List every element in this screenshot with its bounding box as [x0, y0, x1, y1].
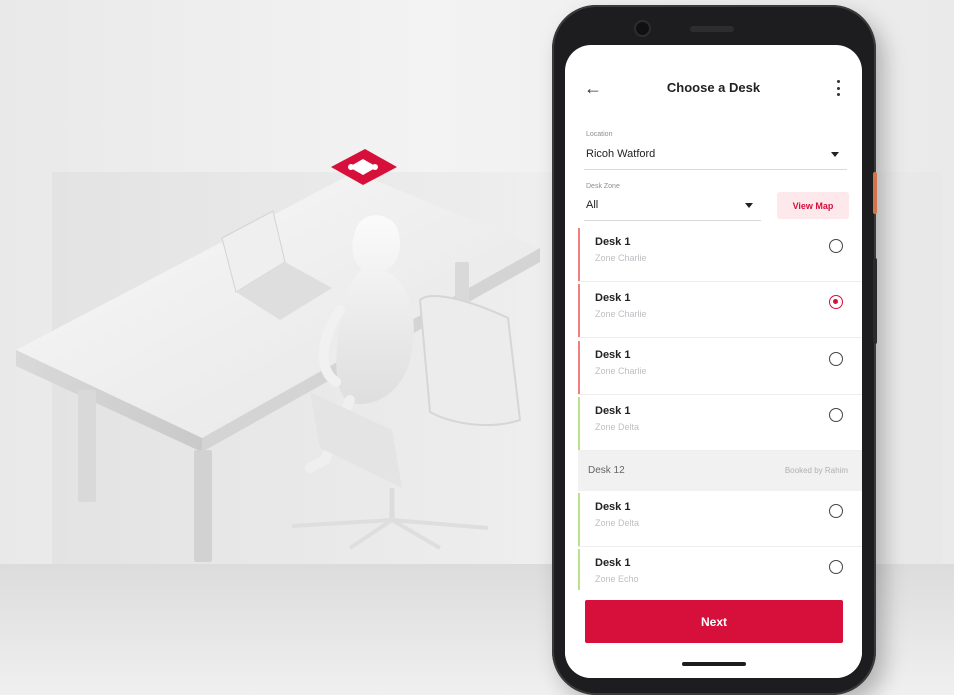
location-underline: [584, 169, 847, 170]
view-map-button[interactable]: View Map: [777, 192, 849, 219]
menu-dot: [836, 80, 840, 83]
desk-status-accent: [578, 397, 580, 450]
location-select[interactable]: Ricoh Watford: [586, 148, 655, 160]
desk-zone: Zone Echo: [595, 574, 639, 584]
desk-radio[interactable]: [829, 295, 843, 309]
next-button[interactable]: Next: [585, 600, 843, 643]
bottom-action-bar: Next: [565, 590, 862, 678]
desk-zone: Zone Charlie: [595, 366, 647, 376]
menu-dot: [836, 93, 840, 96]
desk-row[interactable]: Desk 1 Zone Charlie: [578, 228, 862, 282]
location-label: Location: [586, 131, 613, 138]
desk-radio[interactable]: [829, 560, 843, 574]
brand-logo-dot-left: [348, 164, 354, 170]
chair-base: [291, 518, 489, 550]
chevron-down-icon[interactable]: [745, 203, 753, 208]
phone-power-button: [873, 172, 877, 214]
desk-zone: Zone Delta: [595, 518, 640, 528]
app-bar: ← Choose a Desk: [565, 45, 862, 121]
more-vertical-icon[interactable]: [831, 80, 845, 96]
desk-selection-screen: ← Choose a Desk Location Ricoh Watford D…: [565, 45, 862, 678]
desk-zone: Zone Charlie: [595, 253, 647, 263]
phone-volume-button: [873, 258, 877, 344]
desk-zone-label: Desk Zone: [586, 183, 620, 190]
booked-status: Booked by Rahim: [784, 466, 848, 475]
desk-radio[interactable]: [829, 239, 843, 253]
marketing-scene: ← Choose a Desk Location Ricoh Watford D…: [0, 0, 954, 695]
brand-logo-dot-right: [372, 164, 378, 170]
chair-seat: [310, 392, 402, 488]
booked-desk-row: Desk 12 Booked by Rahim: [578, 451, 862, 491]
desk-zone-underline: [584, 220, 761, 221]
desk-row[interactable]: Desk 1 Zone Delta: [578, 397, 862, 451]
desk-status-accent: [578, 493, 580, 546]
desk-zone: Zone Charlie: [595, 309, 647, 319]
chair-back: [418, 295, 522, 426]
phone-speaker: [690, 26, 734, 32]
desk-radio[interactable]: [829, 408, 843, 422]
desk-leg-front: [194, 450, 212, 562]
page-title: Choose a Desk: [666, 80, 761, 95]
desk-name: Desk 1: [595, 236, 631, 248]
home-indicator: [682, 662, 746, 666]
desk-name: Desk 1: [595, 349, 631, 361]
menu-dot: [836, 86, 840, 90]
desk-radio[interactable]: [829, 504, 843, 518]
desk-leg-left: [78, 390, 96, 502]
desk-radio[interactable]: [829, 352, 843, 366]
desk-row[interactable]: Desk 1 Zone Charlie: [578, 284, 862, 338]
desk-status-accent: [578, 341, 580, 394]
chevron-down-icon[interactable]: [831, 152, 839, 157]
booked-desk-name: Desk 12: [588, 465, 625, 476]
desk-status-accent: [578, 284, 580, 337]
desk-zone: Zone Delta: [595, 422, 640, 432]
camera-icon: [636, 22, 649, 35]
desk-name: Desk 1: [595, 501, 631, 513]
desk-row[interactable]: Desk 1 Zone Charlie: [578, 341, 862, 395]
desk-zone-select[interactable]: All: [586, 199, 598, 211]
arrow-left-icon[interactable]: ←: [584, 79, 602, 97]
desk-name: Desk 1: [595, 292, 631, 304]
desk-status-accent: [578, 228, 580, 281]
desk-row[interactable]: Desk 1 Zone Delta: [578, 493, 862, 547]
desk-name: Desk 1: [595, 405, 631, 417]
desk-name: Desk 1: [595, 557, 631, 569]
